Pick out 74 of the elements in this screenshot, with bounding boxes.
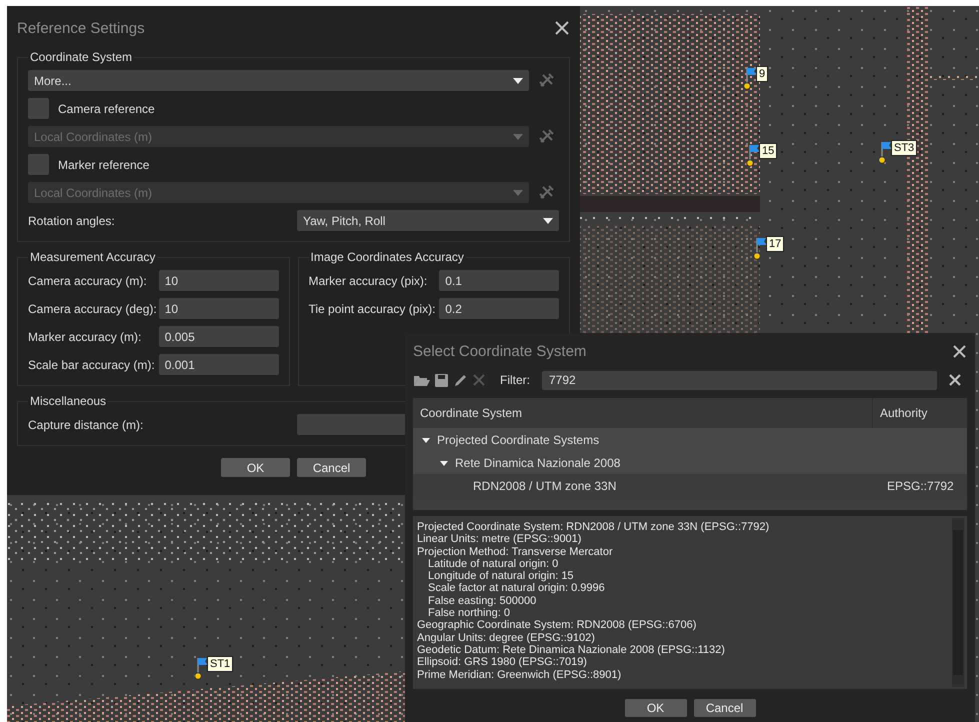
info-line: Latitude of natural origin: 0 — [427, 558, 560, 570]
filter-field[interactable]: 7792 — [542, 370, 937, 390]
tools-icon[interactable] — [538, 72, 555, 89]
marker-flag-icon[interactable] — [753, 236, 769, 260]
field-label: Camera accuracy (deg): — [28, 302, 158, 316]
field-label: Marker accuracy (pix): — [308, 274, 428, 288]
tools-icon[interactable] — [538, 128, 555, 145]
marker-flag-icon[interactable] — [878, 140, 894, 164]
tree-item[interactable]: Projected Coordinate Systems — [437, 432, 600, 446]
dialog-button[interactable]: OK — [221, 458, 290, 477]
tree-item[interactable]: RDN2008 / UTM zone 33N — [473, 478, 616, 492]
info-line: False northing: 0 — [427, 607, 511, 620]
info-line: Geographic Coordinate System: RDN2008 (EPSG::6706) — [417, 619, 698, 632]
column-header[interactable]: Authority — [873, 406, 967, 420]
table-cell: EPSG::7792 — [887, 478, 954, 492]
field-label: Tie point accuracy (pix): — [308, 302, 436, 316]
caret-icon — [513, 78, 523, 84]
group-title: Coordinate System — [29, 50, 134, 64]
marker-flag-icon[interactable] — [743, 66, 759, 90]
marker-label: ST1 — [207, 656, 234, 672]
dialog-button[interactable]: Cancel — [297, 458, 366, 477]
folder-icon[interactable] — [413, 373, 430, 387]
tools-icon[interactable] — [538, 184, 555, 201]
clear-icon[interactable] — [949, 374, 961, 386]
save-icon[interactable] — [434, 372, 449, 388]
input-field[interactable]: 0.005 — [158, 326, 278, 347]
dialog-button[interactable]: Cancel — [694, 699, 756, 717]
field-label: Scale bar accuracy (m): — [28, 358, 156, 372]
info-line: False easting: 500000 — [427, 594, 538, 608]
checkbox-label: Marker reference — [58, 158, 150, 172]
input-field[interactable]: 0.1 — [439, 270, 559, 291]
dialog-button[interactable]: OK — [624, 699, 686, 717]
dropdown[interactable]: More... — [28, 70, 529, 91]
input-field[interactable]: 10 — [158, 298, 278, 319]
scrollbar[interactable] — [952, 518, 964, 687]
info-line: Longitude of natural origin: 15 — [427, 570, 575, 582]
caret-icon — [513, 190, 523, 196]
group-title: Measurement Accuracy — [29, 250, 156, 264]
checkbox[interactable] — [28, 154, 49, 175]
dialog-title: Reference Settings — [17, 20, 145, 36]
checkbox[interactable] — [28, 98, 49, 119]
group-title: Miscellaneous — [29, 394, 108, 408]
marker-label: ST3 — [891, 140, 918, 156]
info-line: Projection Method: Transverse Mercator — [417, 546, 614, 558]
input-field[interactable]: 0.2 — [439, 298, 559, 319]
checkbox-label: Camera reference — [58, 102, 155, 116]
group-title: Image Coordinates Accuracy — [310, 250, 465, 264]
marker-flag-icon[interactable] — [194, 656, 210, 680]
info-line: Angular Units: degree (EPSG::9102) — [417, 632, 596, 644]
info-line: Ellipsoid: GRS 1980 (EPSG::7019) — [417, 656, 588, 669]
field-label: Capture distance (m): — [28, 418, 144, 432]
info-line: Prime Meridian: Greenwich (EPSG::8901) — [417, 668, 622, 681]
info-line: Projected Coordinate System: RDN2008 / UTM zone 33N (EPSG::7792) — [417, 521, 770, 534]
dropdown[interactable]: Yaw, Pitch, Roll — [297, 210, 559, 231]
input-field[interactable]: 10 — [158, 270, 278, 291]
dialog-title: Select Coordinate System — [413, 342, 586, 360]
caret-icon — [543, 218, 553, 224]
filter-label: Filter: — [500, 373, 530, 387]
info-line: Linear Units: metre (EPSG::9001) — [417, 533, 582, 546]
close-icon[interactable] — [554, 20, 570, 36]
pencil-icon[interactable] — [453, 372, 468, 388]
info-line: Scale factor at natural origin: 0.9996 — [427, 582, 606, 595]
caret-icon — [513, 134, 523, 140]
marker-label: 15 — [759, 143, 778, 159]
field-label: Rotation angles: — [28, 214, 116, 228]
input-field[interactable]: 0.001 — [158, 354, 278, 375]
field-label: Marker accuracy (m): — [28, 330, 142, 344]
close-icon[interactable] — [952, 344, 967, 358]
marker-label: 17 — [766, 236, 784, 252]
marker-flag-icon[interactable] — [746, 143, 762, 167]
field-label: Camera accuracy (m): — [28, 274, 148, 288]
info-line: Geodetic Datum: Rete Dinamica Nazionale 2008 (EPSG::1132) — [417, 644, 726, 656]
tree-item[interactable]: Rete Dinamica Nazionale 2008 — [455, 456, 620, 470]
marker-label: 9 — [756, 66, 768, 82]
